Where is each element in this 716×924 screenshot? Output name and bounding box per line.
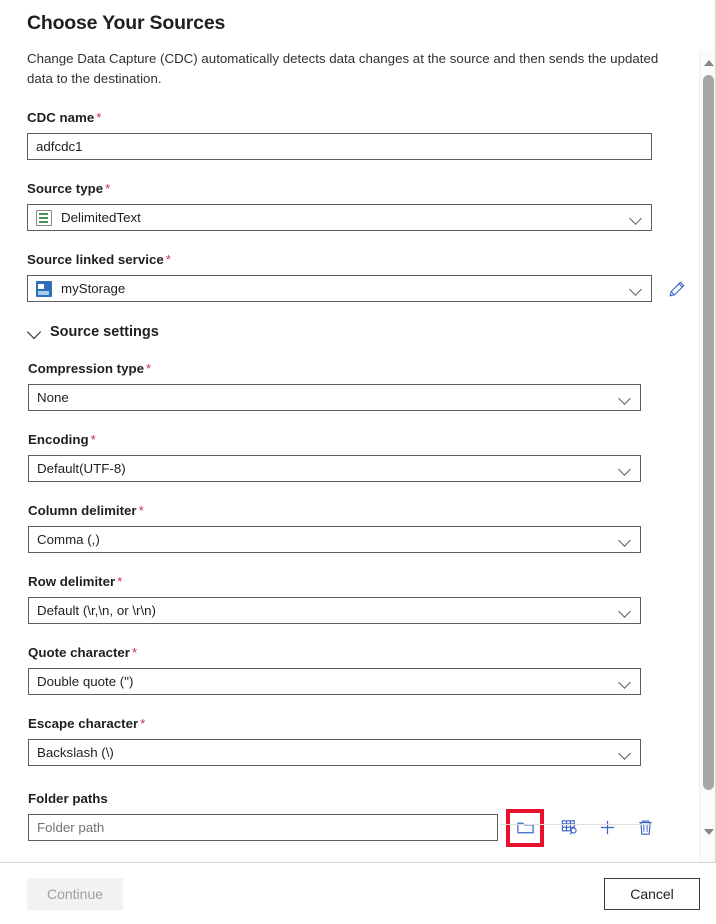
chevron-down-icon bbox=[618, 604, 632, 618]
chevron-down-icon bbox=[618, 533, 632, 547]
field-source-linked-service: Source linked service * myStorage bbox=[27, 251, 690, 302]
plus-icon bbox=[600, 820, 614, 835]
encoding-value: Default(UTF-8) bbox=[37, 461, 126, 476]
field-source-type: Source type * DelimitedText bbox=[27, 180, 690, 231]
source-linked-service-row: myStorage bbox=[27, 275, 690, 302]
required-asterisk: * bbox=[117, 574, 123, 589]
folder-paths-label: Folder paths bbox=[28, 791, 108, 806]
folder-icon bbox=[516, 822, 534, 834]
delimited-text-icon bbox=[36, 209, 52, 226]
required-asterisk: * bbox=[138, 503, 144, 518]
chevron-down-icon bbox=[27, 325, 41, 339]
choose-your-sources-panel: Choose Your Sources Change Data Capture … bbox=[0, 0, 716, 924]
chevron-down-icon bbox=[618, 391, 632, 405]
cdc-name-label-text: CDC name bbox=[27, 110, 95, 125]
field-row-delimiter: Row delimiter * Default (\r,\n, or \r\n) bbox=[28, 573, 690, 624]
required-asterisk: * bbox=[140, 716, 146, 731]
source-type-dropdown[interactable]: DelimitedText bbox=[27, 204, 652, 231]
source-settings-title: Source settings bbox=[50, 324, 159, 340]
chevron-down-icon bbox=[629, 211, 643, 225]
scroll-down-button[interactable] bbox=[700, 823, 716, 840]
field-compression-type: Compression type * None bbox=[28, 360, 690, 411]
field-escape-character: Escape character * Backslash (\) bbox=[28, 715, 690, 766]
field-quote-character: Quote character * Double quote (") bbox=[28, 644, 690, 695]
page-title: Choose Your Sources bbox=[27, 12, 226, 34]
escape-character-dropdown[interactable]: Backslash (\) bbox=[28, 739, 641, 766]
field-column-delimiter: Column delimiter * Comma (,) bbox=[28, 502, 690, 553]
compression-type-label: Compression type * bbox=[28, 360, 690, 378]
quote-character-value: Double quote (") bbox=[37, 674, 134, 689]
compression-type-dropdown[interactable]: None bbox=[28, 384, 641, 411]
panel-footer: Continue Cancel bbox=[0, 862, 716, 924]
required-asterisk: * bbox=[146, 361, 152, 376]
delete-folder-path-button[interactable] bbox=[632, 815, 658, 841]
required-asterisk: * bbox=[105, 181, 111, 196]
pencil-icon bbox=[669, 281, 685, 297]
source-linked-service-label: Source linked service * bbox=[27, 251, 690, 269]
row-delimiter-label-text: Row delimiter bbox=[28, 574, 116, 589]
grid-search-icon bbox=[561, 820, 577, 835]
escape-character-value: Backslash (\) bbox=[37, 745, 114, 760]
cancel-button[interactable]: Cancel bbox=[604, 877, 700, 910]
source-settings-body: Compression type * None Encoding * Default… bbox=[27, 360, 690, 862]
cdc-name-input[interactable]: adfcdc1 bbox=[27, 133, 652, 160]
scroll-up-button[interactable] bbox=[700, 54, 716, 71]
source-settings-section-header[interactable]: Source settings bbox=[27, 324, 690, 340]
quote-character-label: Quote character * bbox=[28, 644, 690, 662]
chevron-down-icon bbox=[618, 675, 632, 689]
source-type-label: Source type * bbox=[27, 180, 690, 198]
row-delimiter-value: Default (\r,\n, or \r\n) bbox=[37, 603, 156, 618]
column-delimiter-dropdown[interactable]: Comma (,) bbox=[28, 526, 641, 553]
add-folder-path-button[interactable] bbox=[594, 815, 620, 841]
encoding-dropdown[interactable]: Default(UTF-8) bbox=[28, 455, 641, 482]
required-asterisk: * bbox=[90, 432, 96, 447]
trash-icon bbox=[638, 820, 652, 835]
encoding-label-text: Encoding bbox=[28, 432, 89, 447]
encoding-label: Encoding * bbox=[28, 431, 690, 449]
continue-button[interactable]: Continue bbox=[27, 877, 123, 910]
quote-character-label-text: Quote character bbox=[28, 645, 130, 660]
column-delimiter-label: Column delimiter * bbox=[28, 502, 690, 520]
required-asterisk: * bbox=[96, 110, 102, 125]
edit-linked-service-button[interactable] bbox=[664, 276, 690, 302]
storage-account-icon bbox=[36, 280, 52, 297]
quote-character-dropdown[interactable]: Double quote (") bbox=[28, 668, 641, 695]
source-linked-service-dropdown[interactable]: myStorage bbox=[27, 275, 652, 302]
vertical-scrollbar[interactable] bbox=[699, 50, 716, 862]
browse-folder-button[interactable] bbox=[506, 808, 544, 847]
chevron-down-icon bbox=[629, 282, 643, 296]
required-asterisk: * bbox=[131, 645, 138, 660]
escape-character-label: Escape character * bbox=[28, 715, 690, 733]
escape-character-label-text: Escape character bbox=[28, 716, 139, 731]
row-delimiter-dropdown[interactable]: Default (\r,\n, or \r\n) bbox=[28, 597, 641, 624]
source-type-value: DelimitedText bbox=[61, 210, 141, 225]
cdc-name-value: adfcdc1 bbox=[36, 139, 83, 154]
chevron-down-icon bbox=[618, 746, 632, 760]
required-asterisk: * bbox=[165, 252, 171, 267]
field-encoding: Encoding * Default(UTF-8) bbox=[28, 431, 690, 482]
folder-actions-divider bbox=[500, 824, 650, 825]
field-folder-paths: Folder paths Folder path bbox=[28, 790, 690, 847]
preview-data-button[interactable] bbox=[556, 815, 582, 841]
compression-type-value: None bbox=[37, 390, 69, 405]
scroll-down-arrow-icon bbox=[703, 828, 714, 835]
panel-scroll-area: Choose Your Sources Change Data Capture … bbox=[0, 0, 716, 862]
scroll-up-arrow-icon bbox=[703, 59, 714, 66]
chevron-down-icon bbox=[618, 462, 632, 476]
source-linked-service-value: myStorage bbox=[61, 281, 126, 296]
field-cdc-name: CDC name * adfcdc1 bbox=[27, 109, 690, 160]
row-delimiter-label: Row delimiter * bbox=[28, 573, 690, 591]
folder-paths-row: Folder path bbox=[28, 808, 690, 847]
column-delimiter-label-text: Column delimiter bbox=[28, 503, 137, 518]
compression-type-label-text: Compression type bbox=[28, 361, 145, 376]
page-description: Change Data Capture (CDC) automatically … bbox=[27, 51, 659, 86]
panel-content: Choose Your Sources Change Data Capture … bbox=[0, 0, 690, 862]
source-linked-service-label-text: Source linked service bbox=[27, 252, 164, 267]
folder-path-input[interactable]: Folder path bbox=[28, 814, 498, 841]
folder-path-placeholder: Folder path bbox=[37, 820, 105, 835]
source-type-label-text: Source type bbox=[27, 181, 104, 196]
cdc-name-label: CDC name * bbox=[27, 109, 690, 127]
column-delimiter-value: Comma (,) bbox=[37, 532, 100, 547]
scrollbar-thumb[interactable] bbox=[703, 75, 714, 790]
